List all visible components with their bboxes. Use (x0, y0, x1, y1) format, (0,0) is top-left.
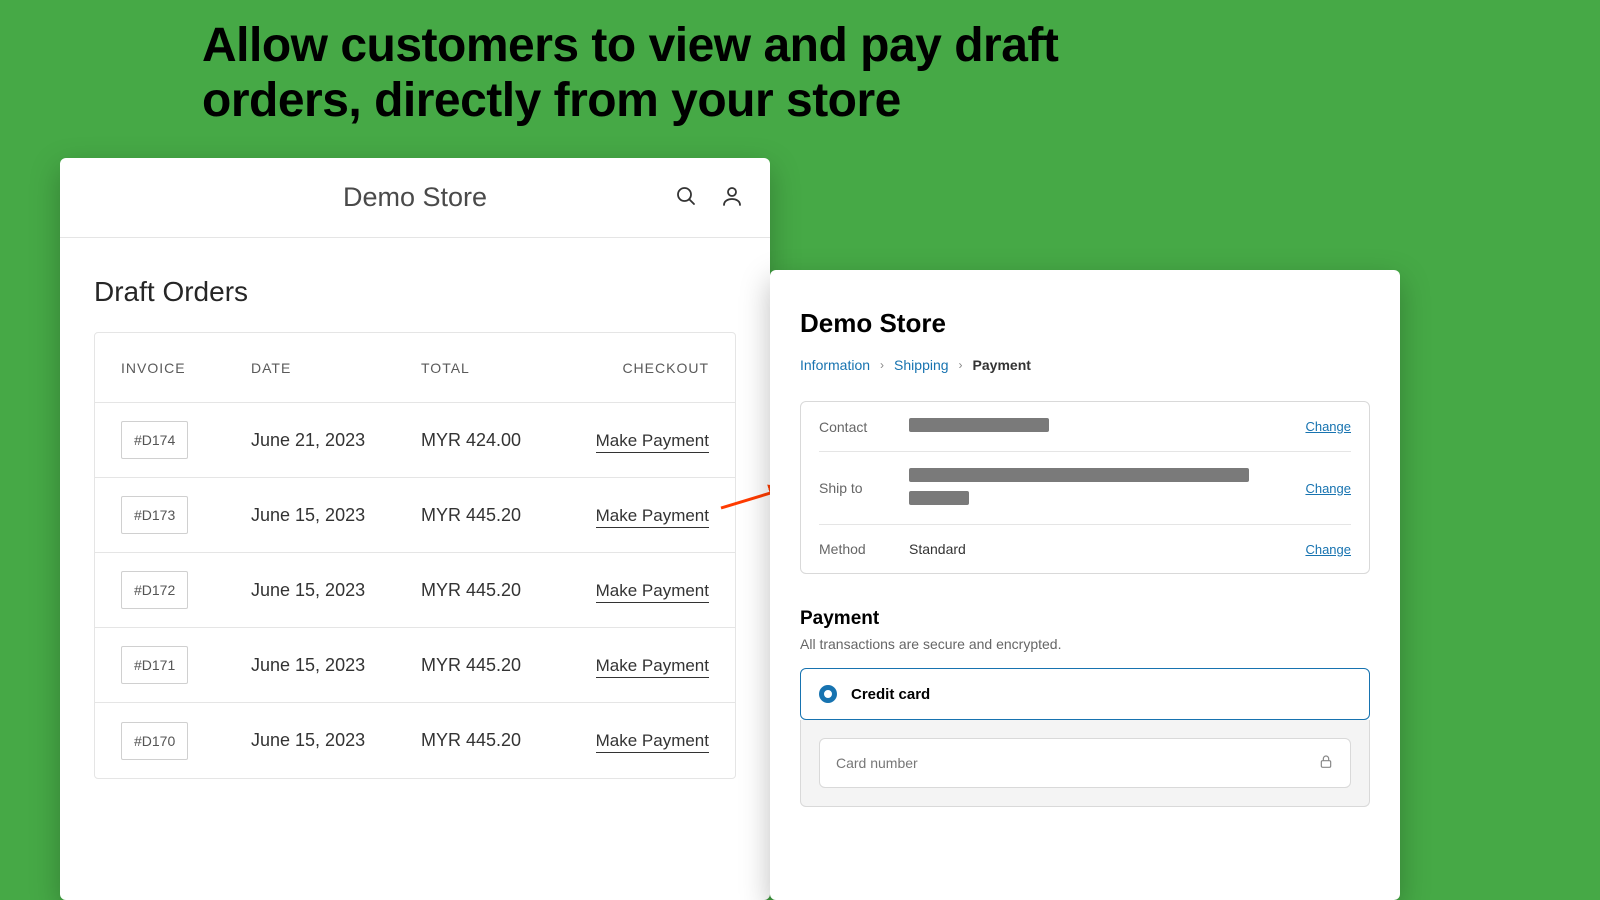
summary-method-row: Method Standard Change (819, 525, 1351, 573)
method-value: Standard (909, 541, 1305, 557)
table-row: #D170 June 15, 2023 MYR 445.20 Make Paym… (95, 703, 735, 778)
radio-selected-icon (819, 685, 837, 703)
order-total: MYR 445.20 (421, 580, 591, 601)
card-number-placeholder: Card number (836, 755, 918, 771)
draft-orders-table: INVOICE DATE TOTAL CHECKOUT #D174 June 2… (94, 332, 736, 779)
make-payment-link[interactable]: Make Payment (596, 431, 709, 453)
payment-heading: Payment (800, 608, 1370, 630)
payment-subtext: All transactions are secure and encrypte… (800, 636, 1370, 652)
order-date: June 15, 2023 (251, 730, 421, 751)
col-checkout: CHECKOUT (591, 360, 709, 376)
checkout-panel: Demo Store Information › Shipping › Paym… (770, 270, 1400, 900)
order-summary-box: Contact Change Ship to Change Method Sta… (800, 401, 1370, 574)
table-row: #D173 June 15, 2023 MYR 445.20 Make Paym… (95, 478, 735, 553)
invoice-badge: #D173 (121, 496, 188, 534)
lock-icon (1318, 754, 1334, 773)
payment-method-label: Credit card (851, 686, 930, 703)
order-date: June 15, 2023 (251, 580, 421, 601)
breadcrumb: Information › Shipping › Payment (800, 357, 1370, 373)
redacted-address-1 (909, 468, 1249, 482)
summary-shipto-row: Ship to Change (819, 452, 1351, 525)
make-payment-link[interactable]: Make Payment (596, 656, 709, 678)
breadcrumb-payment: Payment (973, 357, 1031, 373)
order-total: MYR 445.20 (421, 505, 591, 526)
invoice-badge: #D170 (121, 722, 188, 760)
card-form: Card number (800, 720, 1370, 807)
payment-method-credit-card[interactable]: Credit card (800, 668, 1370, 720)
col-total: TOTAL (421, 360, 591, 376)
col-invoice: INVOICE (121, 360, 251, 376)
chevron-right-icon: › (880, 358, 884, 372)
change-shipto-link[interactable]: Change (1305, 481, 1351, 496)
invoice-badge: #D172 (121, 571, 188, 609)
method-label: Method (819, 541, 909, 557)
table-row: #D172 June 15, 2023 MYR 445.20 Make Paym… (95, 553, 735, 628)
payment-section: Payment All transactions are secure and … (800, 608, 1370, 807)
table-row: #D174 June 21, 2023 MYR 424.00 Make Paym… (95, 403, 735, 478)
breadcrumb-shipping[interactable]: Shipping (894, 357, 949, 373)
store-draft-orders-panel: Demo Store Draft Orders INVOICE DATE TOT… (60, 158, 770, 900)
order-date: June 15, 2023 (251, 505, 421, 526)
draft-orders-heading: Draft Orders (60, 238, 770, 332)
make-payment-link[interactable]: Make Payment (596, 731, 709, 753)
order-total: MYR 424.00 (421, 430, 591, 451)
summary-contact-row: Contact Change (819, 402, 1351, 452)
marketing-headline: Allow customers to view and pay draft or… (202, 18, 1202, 128)
contact-label: Contact (819, 419, 909, 435)
account-icon[interactable] (720, 184, 744, 213)
redacted-contact (909, 418, 1049, 432)
order-total: MYR 445.20 (421, 655, 591, 676)
change-contact-link[interactable]: Change (1305, 419, 1351, 434)
change-method-link[interactable]: Change (1305, 542, 1351, 557)
chevron-right-icon: › (959, 358, 963, 372)
make-payment-link[interactable]: Make Payment (596, 506, 709, 528)
card-number-input[interactable]: Card number (819, 738, 1351, 788)
table-row: #D171 June 15, 2023 MYR 445.20 Make Paym… (95, 628, 735, 703)
order-date: June 15, 2023 (251, 655, 421, 676)
invoice-badge: #D171 (121, 646, 188, 684)
breadcrumb-information[interactable]: Information (800, 357, 870, 373)
redacted-address-2 (909, 491, 969, 505)
shipto-label: Ship to (819, 480, 909, 496)
checkout-store-name: Demo Store (800, 308, 1370, 339)
order-total: MYR 445.20 (421, 730, 591, 751)
search-icon[interactable] (674, 184, 698, 213)
make-payment-link[interactable]: Make Payment (596, 581, 709, 603)
invoice-badge: #D174 (121, 421, 188, 459)
col-date: DATE (251, 360, 421, 376)
store-name: Demo Store (343, 182, 487, 213)
store-header: Demo Store (60, 158, 770, 238)
table-header: INVOICE DATE TOTAL CHECKOUT (95, 333, 735, 403)
order-date: June 21, 2023 (251, 430, 421, 451)
